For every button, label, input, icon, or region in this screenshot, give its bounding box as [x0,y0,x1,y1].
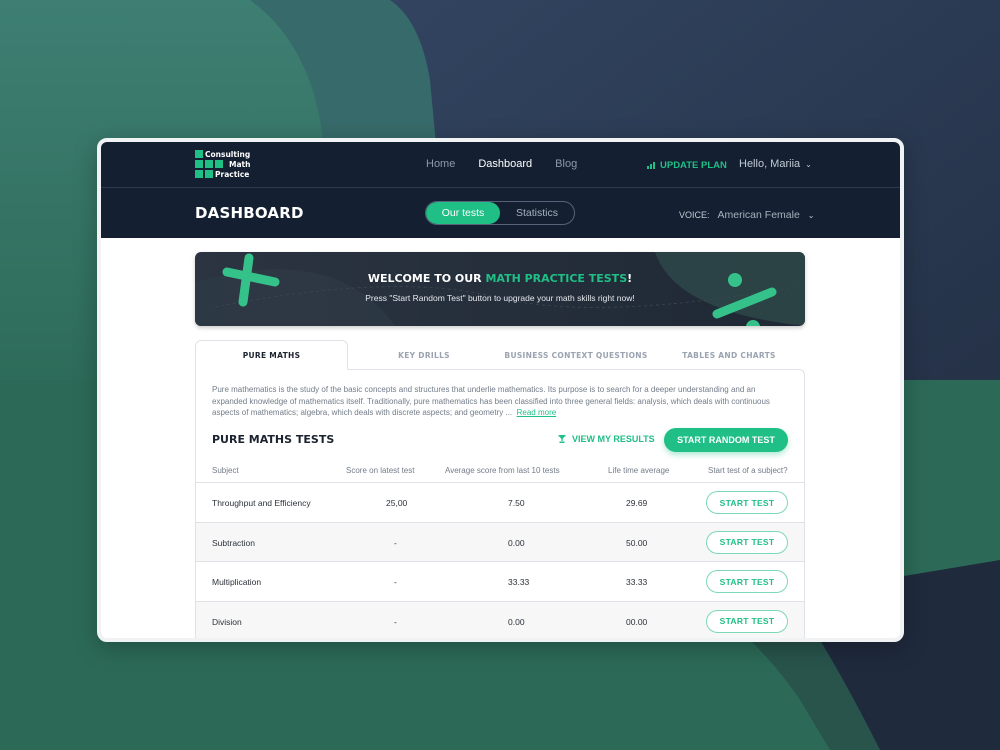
logo[interactable]: Consulting Math Practice [195,150,250,180]
start-test-button[interactable]: START TEST [706,609,788,633]
signal-bars-icon [647,162,655,169]
cell-latest: - [394,537,397,548]
header-latest-score: Score on latest test [346,466,415,475]
cell-lifetime: 50.00 [626,537,648,548]
table-row: Subtraction - 0.00 50.00 START TEST [196,521,804,561]
header-start-test: Start test of a subject? [708,466,788,475]
table-row: Multiplication - 33.33 33.33 START TEST [196,561,804,601]
voice-selector[interactable]: VOICE: American Female ⌄ [679,209,815,221]
logo-line-2: Math [229,160,251,169]
tab-pure-maths[interactable]: PURE MATHS [195,340,348,370]
nav-home[interactable]: Home [426,158,455,170]
table-row: Division - 0.00 00.00 START TEST [196,600,804,638]
cell-lifetime: 00.00 [626,616,648,627]
tab-key-drills[interactable]: KEY DRILLS [365,340,483,370]
chevron-down-icon: ⌄ [805,159,812,169]
toggle-our-tests[interactable]: Our tests [426,202,500,224]
nav-blog[interactable]: Blog [555,158,577,170]
banner-title-prefix: WELCOME TO OUR [367,272,486,285]
category-tabs: PURE MATHS KEY DRILLS BUSINESS CONTEXT Q… [195,340,805,370]
cell-avg10: 0.00 [508,537,525,548]
top-bar: Consulting Math Practice Home Dashboard … [101,142,900,238]
voice-label: VOICE: [679,210,710,220]
cell-avg10: 7.50 [508,498,525,508]
main-nav: Home Dashboard Blog [426,158,577,170]
table-header: Subject Score on latest test Average sco… [196,462,804,482]
logo-line-3: Practice [215,170,250,179]
update-plan-label: UPDATE PLAN [660,160,727,171]
header-average-10: Average score from last 10 tests [445,466,560,475]
voice-value: American Female [717,209,800,221]
banner-title-highlight: MATH PRACTICE TESTS [485,272,628,285]
header-subject: Subject [212,466,239,475]
user-greeting: Hello, Mariia [739,158,801,170]
cell-avg10: 0.00 [508,616,525,627]
cell-lifetime: 33.33 [626,577,648,587]
cell-lifetime: 29.69 [626,498,648,508]
toggle-statistics[interactable]: Statistics [500,202,574,224]
cell-latest: - [394,577,397,587]
banner-decor [195,252,805,326]
cell-avg10: 33.33 [508,577,530,587]
start-test-button[interactable]: START TEST [706,530,788,554]
view-results-link[interactable]: VIEW MY RESULTS [558,434,655,444]
cell-latest: - [394,616,397,627]
banner-title-suffix: ! [627,272,633,285]
banner-title: WELCOME TO OUR MATH PRACTICE TESTS! [195,272,805,285]
nav-dashboard[interactable]: Dashboard [478,158,532,170]
table-row: Throughput and Efficiency 25,00 7.50 29.… [196,482,804,522]
view-toggle: Our tests Statistics [425,201,575,225]
chevron-down-icon: ⌄ [807,210,815,220]
dashboard-row: DASHBOARD Our tests Statistics VOICE: Am… [101,188,900,238]
read-more-link[interactable]: Read more [517,408,557,417]
tests-table: Throughput and Efficiency 25,00 7.50 29.… [196,482,804,638]
category-description: Pure mathematics is the study of the bas… [212,384,782,419]
user-menu[interactable]: Hello, Mariia ⌄ [739,158,812,170]
cell-subject: Subtraction [212,537,255,548]
tab-business-context-questions[interactable]: BUSINESS CONTEXT QUESTIONS [495,340,657,370]
tab-tables-and-charts[interactable]: TABLES AND CHARTS [665,340,793,370]
tests-title: PURE MATHS TESTS [212,433,335,446]
cell-subject: Throughput and Efficiency [212,498,311,508]
cell-latest: 25,00 [386,498,408,508]
update-plan-link[interactable]: UPDATE PLAN [647,160,727,171]
start-test-button[interactable]: START TEST [706,491,788,514]
start-test-button[interactable]: START TEST [706,570,788,593]
trophy-icon [558,435,566,443]
cell-subject: Multiplication [212,577,262,587]
cell-subject: Division [212,616,242,627]
banner-subtitle: Press "Start Random Test" button to upgr… [365,293,635,303]
start-random-test-button[interactable]: START RANDOM TEST [664,428,788,452]
tests-panel: Pure mathematics is the study of the bas… [195,369,805,638]
welcome-banner: WELCOME TO OUR MATH PRACTICE TESTS! Pres… [195,252,805,326]
header-lifetime: Life time average [608,466,670,475]
view-results-label: VIEW MY RESULTS [572,434,655,444]
app-window: Consulting Math Practice Home Dashboard … [97,138,904,642]
logo-line-1: Consulting [205,150,251,159]
description-text: Pure mathematics is the study of the bas… [212,385,770,417]
page-title: DASHBOARD [195,204,304,222]
logo-text: Consulting Math Practice [205,150,250,180]
nav-row: Consulting Math Practice Home Dashboard … [101,142,900,188]
